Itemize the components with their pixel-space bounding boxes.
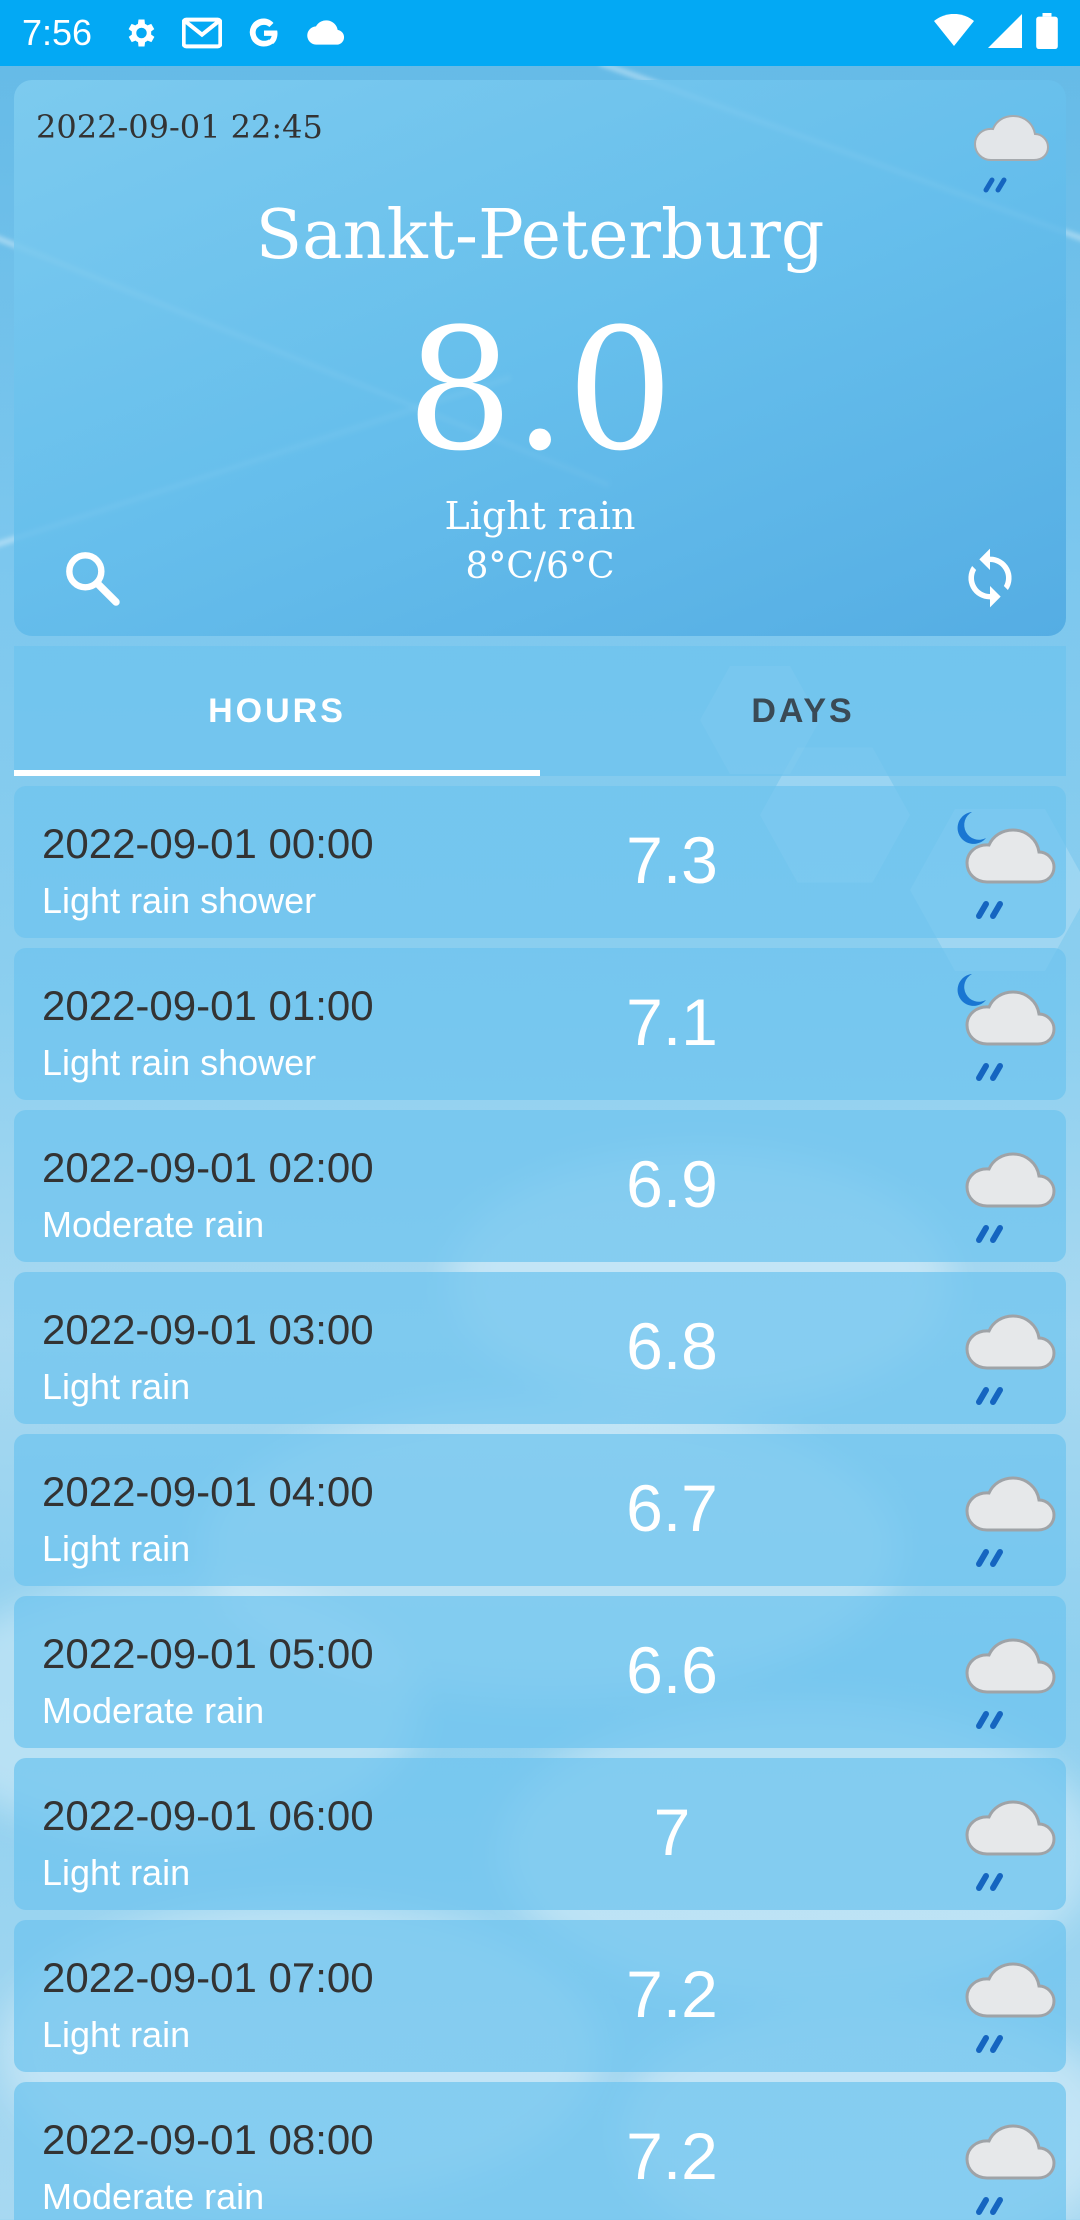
hour-condition: Light rain shower [42, 880, 317, 921]
list-item[interactable]: 2022-09-01 02:00 Moderate rain 6.9 [14, 1110, 1066, 1262]
hour-temperature: 7 [653, 1795, 691, 1869]
hour-datetime: 2022-09-01 00:00 [42, 820, 374, 867]
temperature-range: 8°C/6°C [465, 546, 615, 587]
hour-temperature: 7.3 [626, 823, 718, 897]
refresh-button[interactable] [958, 546, 1022, 610]
hour-condition: Moderate rain [42, 1204, 265, 1245]
cloud-rain-icon [938, 1450, 1058, 1580]
status-time: 7:56 [22, 12, 93, 53]
cloud-rain-icon [938, 1774, 1058, 1904]
list-item[interactable]: 2022-09-01 04:00 Light rain 6.7 [14, 1434, 1066, 1586]
hour-temperature: 6.9 [626, 1147, 718, 1221]
hour-condition: Light rain [42, 2014, 191, 2055]
current-temperature: 8.0 [406, 292, 674, 488]
search-icon [66, 552, 120, 606]
hour-datetime: 2022-09-01 01:00 [42, 982, 374, 1029]
status-bar: 7:56 [0, 0, 1080, 66]
hour-datetime: 2022-09-01 04:00 [42, 1468, 374, 1515]
current-datetime: 2022-09-01 22:45 [36, 108, 323, 146]
cloud-rain-icon [938, 1126, 1058, 1256]
cloud-rain-icon [938, 2098, 1058, 2220]
tab-days[interactable]: DAYS [540, 646, 1066, 776]
gmail-icon [182, 13, 223, 53]
hour-temperature: 6.6 [626, 1633, 718, 1707]
gear-icon [120, 13, 160, 53]
hour-datetime: 2022-09-01 06:00 [42, 1792, 374, 1839]
cloud-rain-icon [954, 102, 1054, 202]
current-condition: Light rain [444, 494, 636, 538]
tab-hours[interactable]: HOURS [14, 646, 540, 776]
moon-cloud-rain-icon [938, 802, 1058, 932]
search-button[interactable] [60, 546, 124, 610]
list-item[interactable]: 2022-09-01 06:00 Light rain 7 [14, 1758, 1066, 1910]
hour-datetime: 2022-09-01 05:00 [42, 1630, 374, 1677]
signal-icon [988, 13, 1022, 53]
hour-temperature: 7.2 [626, 1957, 718, 2031]
hour-temperature: 7.2 [626, 2119, 718, 2193]
google-icon [244, 13, 284, 53]
hourly-forecast-list: 2022-09-01 00:00 Light rain shower 7.3 2… [14, 786, 1066, 2220]
list-item[interactable]: 2022-09-01 00:00 Light rain shower 7.3 [14, 786, 1066, 938]
list-item[interactable]: 2022-09-01 05:00 Moderate rain 6.6 [14, 1596, 1066, 1748]
current-weather-card: 2022-09-01 22:45 Sankt-Peterburg 8.0 Lig… [14, 80, 1066, 636]
cloud-icon [306, 13, 346, 53]
hour-temperature: 6.7 [626, 1471, 718, 1545]
list-item[interactable]: 2022-09-01 03:00 Light rain 6.8 [14, 1272, 1066, 1424]
hour-temperature: 7.1 [626, 985, 718, 1059]
tab-bar: HOURS DAYS [14, 646, 1066, 776]
moon-cloud-rain-icon [938, 964, 1058, 1094]
hour-condition: Moderate rain [42, 2176, 265, 2217]
list-item[interactable]: 2022-09-01 07:00 Light rain 7.2 [14, 1920, 1066, 2072]
hour-temperature: 6.8 [626, 1309, 718, 1383]
hour-condition: Light rain shower [42, 1042, 317, 1083]
city-name: Sankt-Peterburg [255, 196, 825, 275]
list-item[interactable]: 2022-09-01 08:00 Moderate rain 7.2 [14, 2082, 1066, 2220]
cloud-rain-icon [938, 1288, 1058, 1418]
wifi-icon [934, 13, 974, 53]
list-item[interactable]: 2022-09-01 01:00 Light rain shower 7.1 [14, 948, 1066, 1100]
hour-datetime: 2022-09-01 02:00 [42, 1144, 374, 1191]
hour-datetime: 2022-09-01 08:00 [42, 2116, 374, 2163]
hour-datetime: 2022-09-01 03:00 [42, 1306, 374, 1353]
hour-condition: Moderate rain [42, 1690, 265, 1731]
refresh-icon [968, 548, 1012, 608]
hour-condition: Light rain [42, 1366, 191, 1407]
cloud-rain-icon [938, 1612, 1058, 1742]
cloud-rain-icon [938, 1936, 1058, 2066]
hour-datetime: 2022-09-01 07:00 [42, 1954, 374, 2001]
battery-icon [1036, 12, 1058, 54]
hour-condition: Light rain [42, 1852, 191, 1893]
hour-condition: Light rain [42, 1528, 191, 1569]
